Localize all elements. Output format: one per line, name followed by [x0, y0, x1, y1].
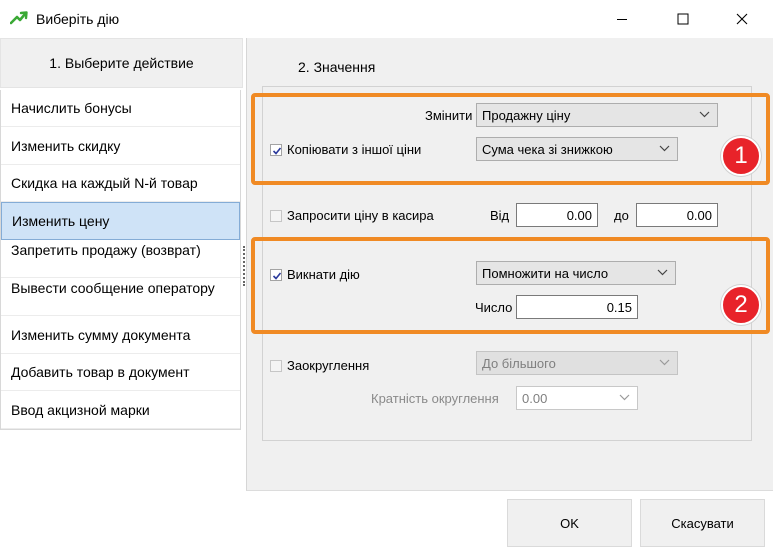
minimize-button[interactable] [599, 0, 645, 38]
action-item-accrue-bonuses[interactable]: Начислить бонусы [1, 90, 240, 127]
ask-price-checkbox[interactable] [270, 210, 282, 222]
title-bar: Виберіть дію [0, 0, 773, 38]
action-item-change-discount[interactable]: Изменить скидку [1, 127, 240, 165]
actions-list: Начислить бонусы Изменить скидку Скидка … [0, 90, 241, 430]
price-from-label: Від [490, 208, 510, 223]
green-arrow-icon [9, 11, 28, 25]
rounding-select[interactable]: До більшого [476, 351, 678, 375]
annotation-badge-1: 1 [721, 136, 761, 176]
rounding-multiplicity-value: 0.00 [522, 390, 548, 406]
cancel-button[interactable]: Скасувати [640, 499, 765, 547]
rounding-select-value: До більшого [482, 355, 556, 371]
ok-button[interactable]: OK [507, 499, 632, 547]
rounding-multiplicity-select[interactable]: 0.00 [516, 386, 638, 410]
action-item-nth-item-discount[interactable]: Скидка на каждый N-й товар [1, 165, 240, 202]
highlight-box-2 [251, 237, 770, 334]
highlight-box-1 [251, 93, 770, 185]
rounding-checkbox[interactable] [270, 360, 282, 372]
actions-panel: 1. Выберите действие Начислить бонусы Из… [0, 38, 243, 557]
annotation-badge-2: 2 [721, 285, 761, 325]
action-item-change-price[interactable]: Изменить цену [1, 202, 240, 240]
chevron-down-icon [619, 394, 630, 401]
rounding-multiplicity-label: Кратність округлення [371, 391, 499, 406]
rounding-label: Заокруглення [287, 358, 370, 373]
price-to-label: до [614, 208, 629, 223]
chevron-down-icon [659, 359, 670, 366]
values-title: 2. Значення [298, 59, 376, 75]
action-item-change-document-sum[interactable]: Изменить сумму документа [1, 316, 240, 354]
actions-header: 1. Выберите действие [0, 38, 243, 88]
action-item-add-product[interactable]: Добавить товар в документ [1, 354, 240, 391]
action-item-show-message[interactable]: Вывести сообщение оператору [1, 278, 240, 316]
ask-price-label: Запросити ціну в касира [287, 208, 434, 223]
price-from-input[interactable]: 0.00 [516, 203, 598, 227]
price-to-input[interactable]: 0.00 [636, 203, 718, 227]
close-icon [736, 13, 748, 25]
maximize-icon [677, 13, 689, 25]
minimize-icon [617, 19, 627, 20]
action-item-forbid-sale[interactable]: Запретить продажу (возврат) [1, 240, 240, 278]
action-item-excise-mark[interactable]: Ввод акцизной марки [1, 391, 240, 429]
maximize-button[interactable] [660, 0, 706, 38]
window-title: Виберіть дію [36, 11, 120, 27]
close-button[interactable] [719, 0, 765, 38]
